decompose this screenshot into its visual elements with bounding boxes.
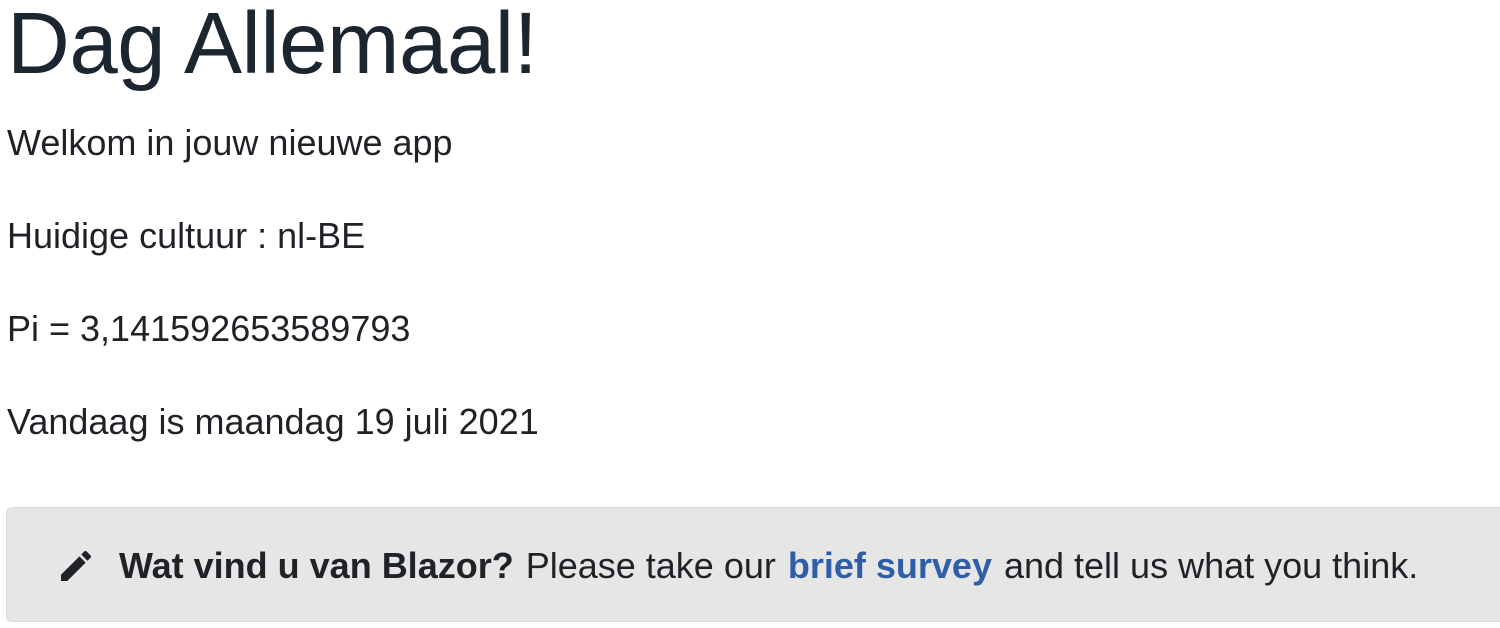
- survey-prompt: Wat vind u van Blazor? Please take our b…: [6, 507, 1500, 622]
- pencil-icon: [55, 545, 97, 587]
- page-title: Dag Allemaal!: [7, 0, 538, 92]
- today-date-text: Vandaag is maandag 19 juli 2021: [7, 401, 539, 442]
- pi-value-text: Pi = 3,141592653589793: [7, 308, 411, 349]
- brief-survey-link[interactable]: brief survey: [788, 545, 992, 587]
- current-culture-text: Huidige cultuur : nl-BE: [7, 215, 366, 256]
- page-container: Dag Allemaal! Welkom in jouw nieuwe app …: [6, 0, 1500, 628]
- survey-prompt-content: Wat vind u van Blazor? Please take our b…: [55, 508, 1418, 623]
- survey-suffix-text: and tell us what you think.: [1003, 544, 1419, 586]
- welcome-text: Welkom in jouw nieuwe app: [7, 122, 453, 163]
- survey-title: Wat vind u van Blazor?: [119, 544, 514, 586]
- survey-prefix-text: Please take our: [525, 544, 776, 586]
